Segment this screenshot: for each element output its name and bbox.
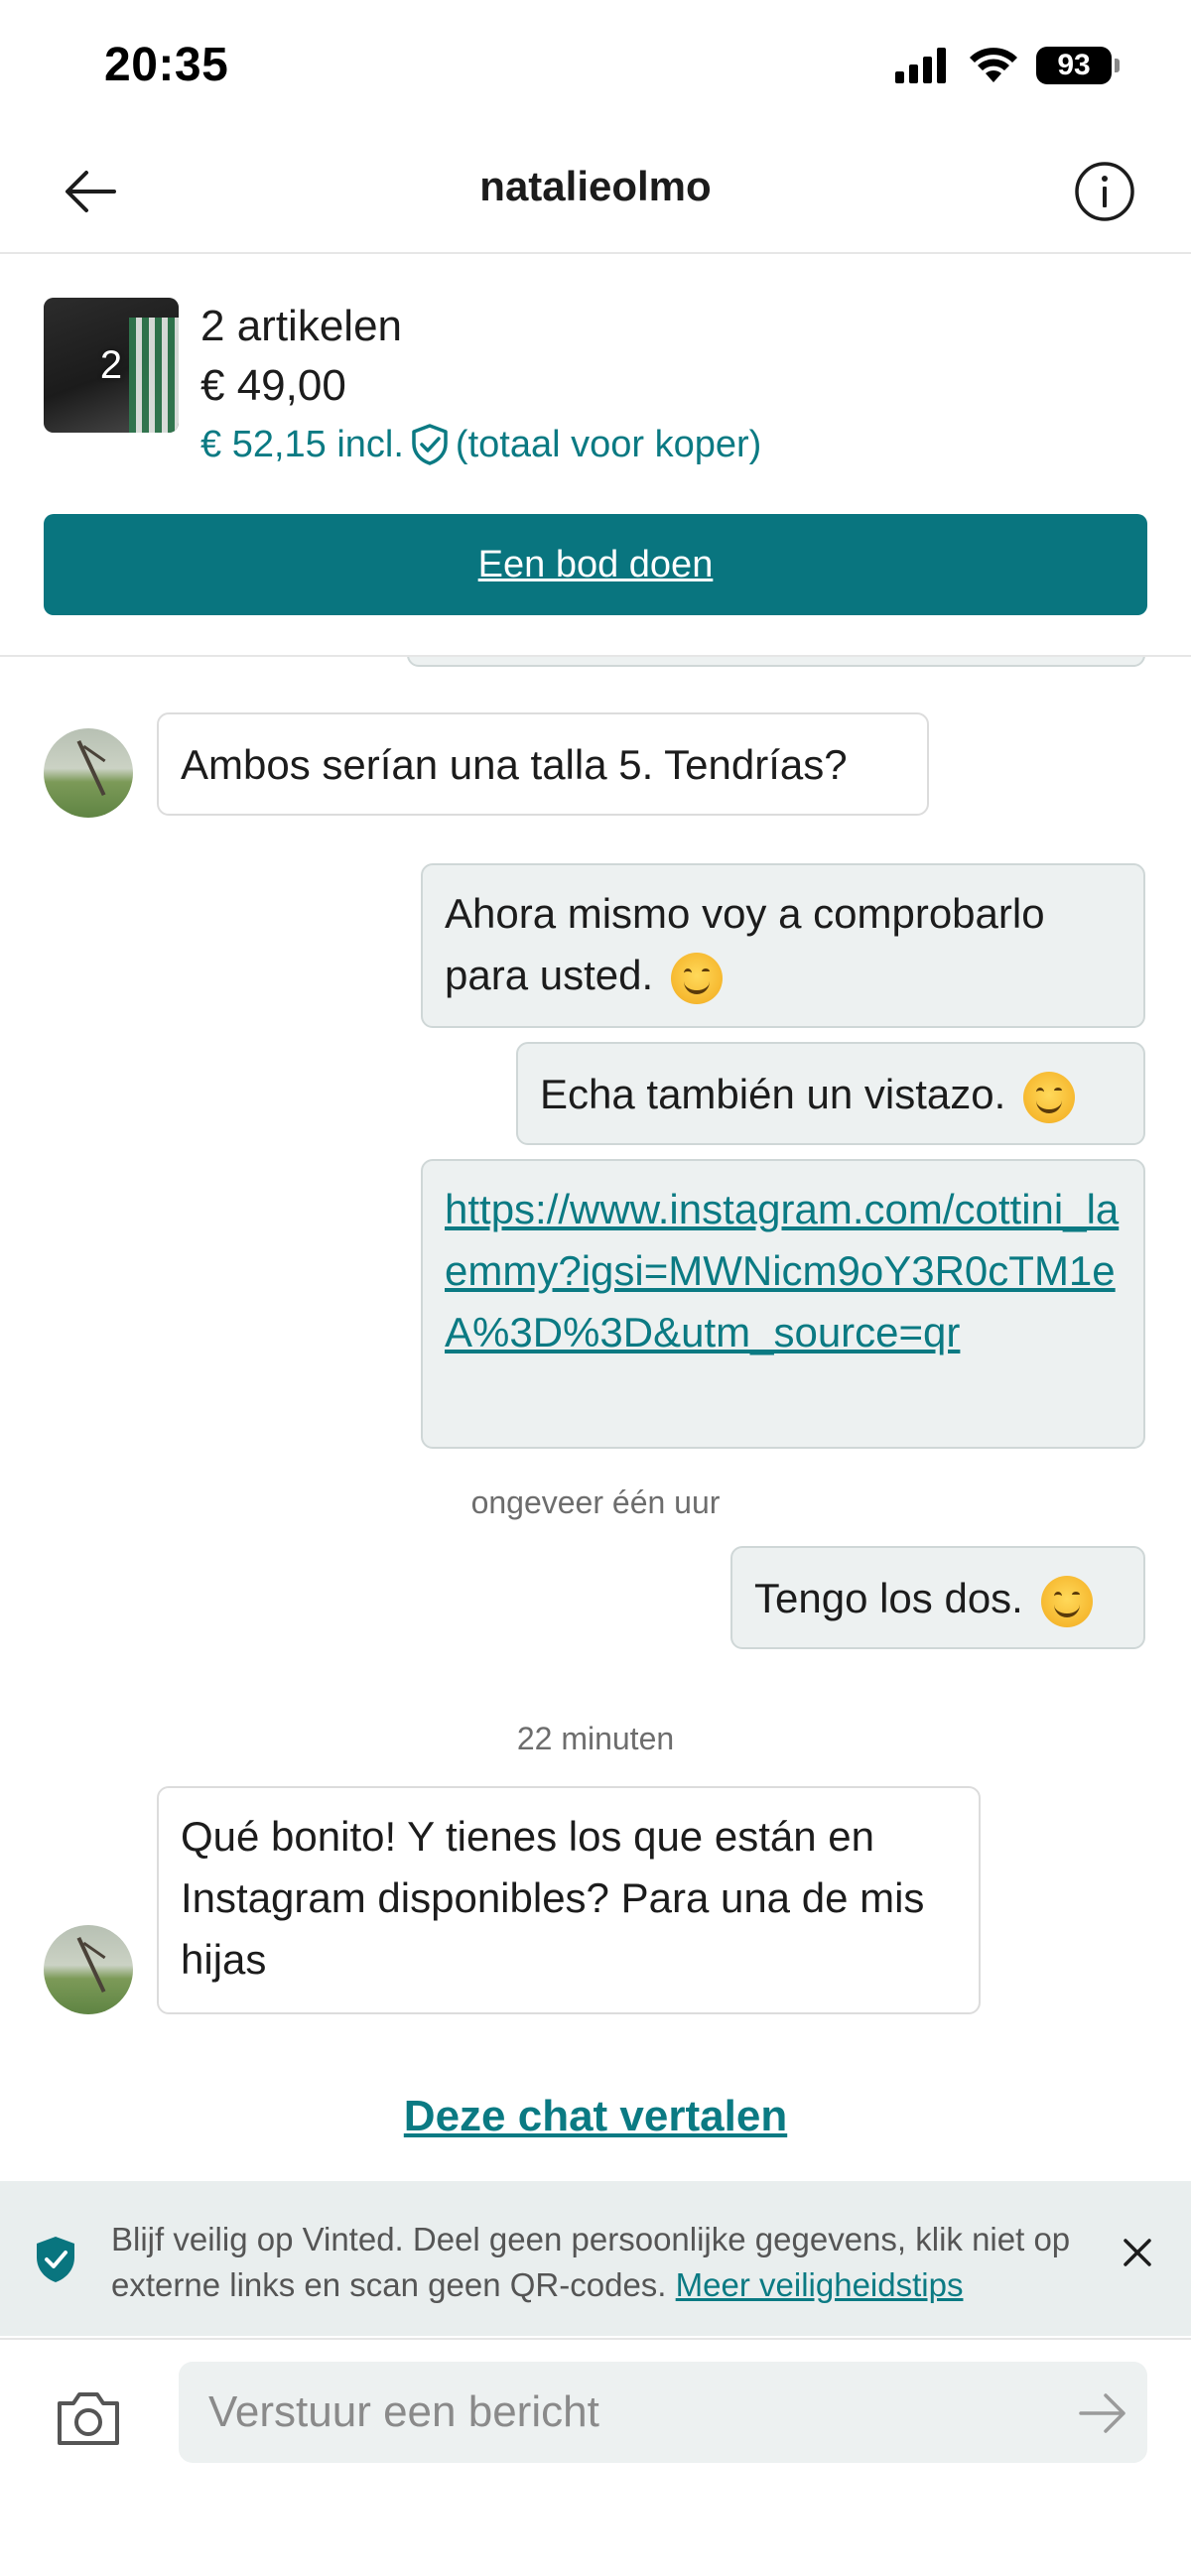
message-text: Ambos serían una talla 5. Tendrías? [181,741,848,788]
item-thumbnail[interactable]: 2 [44,298,179,433]
chat-thread[interactable]: Ambos serían una talla 5. Tendrías? Ahor… [0,657,1191,2181]
avatar-tree [76,1936,106,1994]
item-total-price: € 52,15 incl. (totaal voor koper) [200,423,761,466]
message-bubble-outgoing-link: https://www.instagram.com/cottini_laemmy… [421,1159,1145,1449]
message-composer [0,2338,1191,2576]
status-bar: 20:35 93 [0,0,1191,129]
message-bubble-incoming: Qué bonito! Y tienes los que están en In… [157,1786,981,2014]
message-bubble-partial [407,657,1145,667]
close-icon [1124,2239,1151,2266]
item-total-note: (totaal voor koper) [455,423,762,465]
page-title: natalieolmo [479,163,712,209]
arrow-left-icon [66,171,116,212]
safety-tips-link[interactable]: Meer veiligheidstips [676,2266,964,2303]
make-offer-button[interactable]: Een bod doen [44,514,1147,615]
camera-button[interactable] [54,2387,123,2451]
message-bubble-outgoing: Echa también un vistazo. [516,1042,1145,1145]
close-safety-banner-button[interactable] [1118,2233,1157,2272]
translate-chat-link[interactable]: Deze chat vertalen [0,2092,1191,2141]
back-button[interactable] [58,159,123,224]
smiling-face-emoji-icon [670,952,723,1004]
message-input[interactable] [179,2362,1147,2463]
item-thumbnail-count: 2 [99,342,123,387]
camera-icon [58,2392,119,2445]
item-total-amount: € 52,15 incl. [200,423,404,465]
message-bubble-outgoing: Ahora mismo voy a comprobarlo para usted… [421,863,1145,1028]
battery-icon: 93 [1036,47,1120,84]
safety-shield-icon [37,2237,74,2282]
smiling-face-emoji-icon [1040,1575,1093,1627]
wifi-icon [970,48,1017,82]
message-text: Tengo los dos. [754,1575,1023,1621]
smiling-face-emoji-icon [1022,1071,1075,1123]
message-text: Echa también un vistazo. [540,1071,1006,1117]
buyer-protection-shield-icon [412,424,448,465]
item-count-label: 2 artikelen [200,302,403,350]
info-icon [1075,162,1134,221]
chat-header: natalieolmo [0,129,1191,254]
item-summary: 2 2 artikelen € 49,00 € 52,15 incl. (tot… [0,254,1191,657]
message-bubble-outgoing: Tengo los dos. [730,1546,1145,1649]
cellular-signal-icon [895,48,946,83]
avatar[interactable] [44,1925,133,2014]
info-button[interactable] [1070,157,1139,226]
avatar[interactable] [44,728,133,818]
instagram-link[interactable]: https://www.instagram.com/cottini_laemmy… [445,1186,1119,1355]
send-button[interactable] [1078,2391,1127,2435]
message-text: Qué bonito! Y tienes los que están en In… [181,1813,925,1983]
item-price: € 49,00 [200,361,346,410]
message-text: Ahora mismo voy a comprobarlo para usted… [445,890,1045,998]
timestamp-separator: 22 minuten [516,1721,675,1756]
safety-banner: Blijf veilig op Vinted. Deel geen persoo… [0,2181,1191,2336]
message-bubble-incoming: Ambos serían una talla 5. Tendrías? [157,712,929,816]
avatar-tree [76,739,106,797]
timestamp-separator: ongeveer één uur [470,1484,721,1520]
status-icons: 93 [895,46,1120,85]
safety-message: Blijf veilig op Vinted. Deel geen persoo… [111,2217,1094,2308]
arrow-right-icon [1079,2393,1125,2433]
status-time: 20:35 [104,39,229,91]
